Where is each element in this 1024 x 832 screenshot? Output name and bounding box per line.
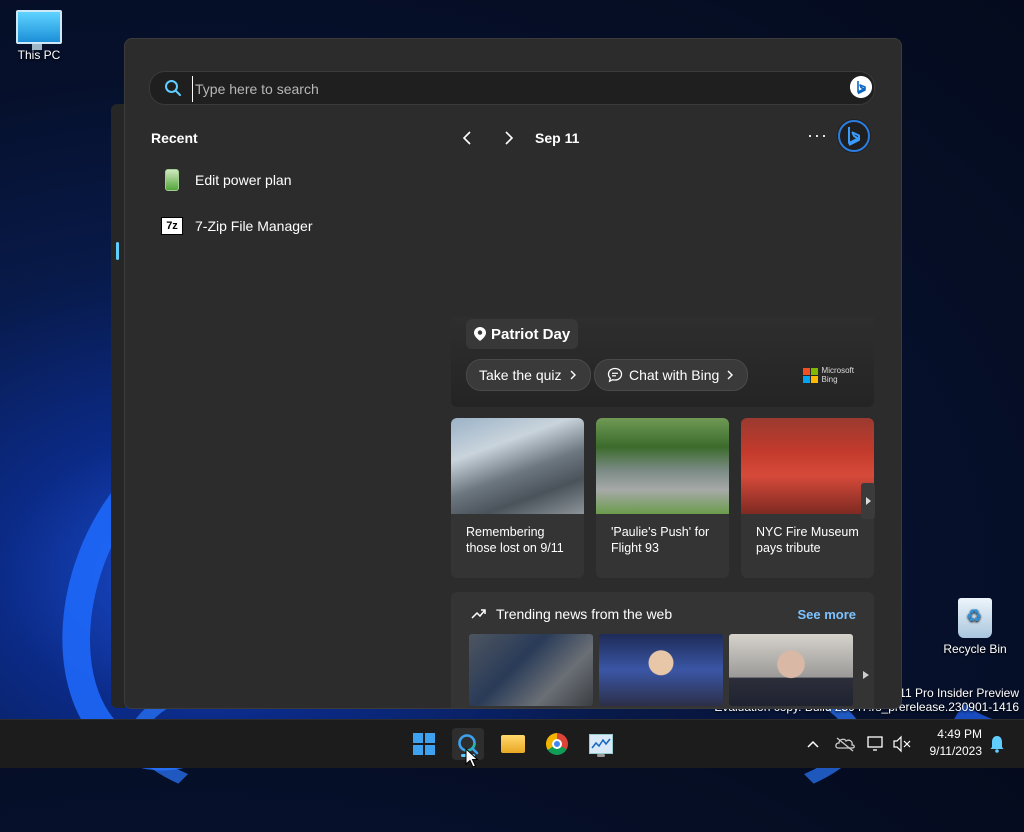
chevron-up-icon[interactable]	[805, 720, 821, 768]
patriot-day-banner[interactable]: Patriot Day Take the quiz Chat with Bing…	[451, 317, 874, 407]
focus-indicator	[116, 242, 119, 260]
brand-text: Bing	[821, 375, 838, 384]
network-icon[interactable]	[866, 720, 886, 768]
news-card-image	[596, 418, 729, 514]
running-indicator	[597, 754, 605, 757]
notification-bell-icon[interactable]	[988, 720, 1006, 768]
more-options-button[interactable]: ···	[807, 125, 828, 146]
start-button[interactable]	[408, 728, 440, 760]
news-card-image	[451, 418, 584, 514]
chat-with-bing-button[interactable]: Chat with Bing	[594, 359, 749, 391]
previous-day-button[interactable]	[459, 129, 477, 147]
chevron-right-icon	[727, 370, 734, 380]
trending-thumbnail[interactable]	[469, 634, 593, 706]
news-card-image	[741, 418, 874, 514]
chat-with-bing-label: Chat with Bing	[629, 367, 720, 383]
trending-news-section: Trending news from the web See more	[451, 592, 874, 708]
search-panel: Recent Edit power plan 7z 7-Zip File Man…	[124, 38, 902, 709]
news-card[interactable]: 'Paulie's Push' for Flight 93	[596, 418, 729, 578]
news-card-caption: Remembering those lost on 9/11	[466, 525, 564, 555]
desktop-icon-label: Recycle Bin	[943, 642, 1007, 656]
search-input[interactable]	[192, 76, 817, 102]
take-quiz-label: Take the quiz	[479, 367, 562, 383]
desktop-icon-recycle-bin[interactable]: Recycle Bin	[940, 598, 1010, 656]
location-pin-icon	[474, 327, 486, 341]
trending-next-button[interactable]	[862, 670, 870, 680]
trending-thumbnail[interactable]	[599, 634, 723, 706]
clock-time: 4:49 PM	[937, 727, 982, 741]
microsoft-bing-logo: Microsoft Bing	[802, 366, 854, 384]
resource-monitor-icon	[589, 734, 613, 754]
windows-logo-icon	[413, 733, 435, 755]
recent-item-edit-power-plan[interactable]: Edit power plan	[161, 165, 292, 195]
resource-monitor-button[interactable]	[585, 728, 617, 760]
next-day-button[interactable]	[499, 129, 517, 147]
news-card-caption: NYC Fire Museum pays tribute	[756, 525, 859, 555]
mouse-cursor	[465, 748, 479, 768]
chrome-button[interactable]	[541, 728, 573, 760]
search-box[interactable]	[149, 71, 875, 105]
desktop-icon-label: This PC	[17, 48, 61, 62]
bing-chat-icon[interactable]	[850, 76, 872, 98]
recent-item-7zip[interactable]: 7z 7-Zip File Manager	[161, 211, 313, 241]
chevron-right-icon	[570, 370, 576, 380]
news-card[interactable]: NYC Fire Museum pays tribute	[741, 418, 874, 578]
volume-muted-icon[interactable]	[892, 720, 912, 768]
clock-date: 9/11/2023	[929, 744, 983, 758]
take-quiz-button[interactable]: Take the quiz	[466, 359, 591, 391]
file-explorer-button[interactable]	[497, 728, 529, 760]
cards-next-button[interactable]	[861, 483, 875, 519]
monitor-icon	[16, 10, 62, 50]
news-card-caption: 'Paulie's Push' for Flight 93	[611, 525, 710, 555]
hero-title: Patriot Day	[491, 325, 571, 343]
system-clock[interactable]: 4:49 PM 9/11/2023	[930, 726, 983, 760]
recent-item-label: 7-Zip File Manager	[195, 218, 313, 234]
taskbar: 4:49 PM 9/11/2023	[0, 719, 1024, 768]
bing-icon[interactable]	[837, 119, 871, 153]
battery-icon	[161, 169, 183, 191]
start-menu-ghost	[111, 104, 125, 708]
brand-text: Microsoft	[821, 366, 854, 375]
see-more-link[interactable]: See more	[797, 607, 856, 622]
recent-title: Recent	[151, 130, 198, 146]
chat-bubble-icon	[607, 367, 623, 383]
trending-thumbnail[interactable]	[729, 634, 853, 706]
news-card[interactable]: Remembering those lost on 9/11	[451, 418, 584, 578]
7zip-icon: 7z	[161, 215, 183, 237]
highlights-date: Sep 11	[535, 130, 580, 146]
onedrive-offline-icon[interactable]	[834, 720, 856, 768]
trending-title: Trending news from the web	[496, 606, 673, 622]
search-icon	[165, 80, 181, 96]
folder-icon	[501, 735, 525, 753]
hero-title-chip: Patriot Day	[466, 319, 579, 349]
trending-header: Trending news from the web	[471, 606, 672, 622]
chrome-icon	[546, 733, 568, 755]
recycle-bin-icon	[958, 598, 992, 638]
recent-item-label: Edit power plan	[195, 172, 292, 188]
desktop-icon-this-pc[interactable]: This PC	[4, 10, 74, 62]
trending-icon	[471, 609, 486, 619]
